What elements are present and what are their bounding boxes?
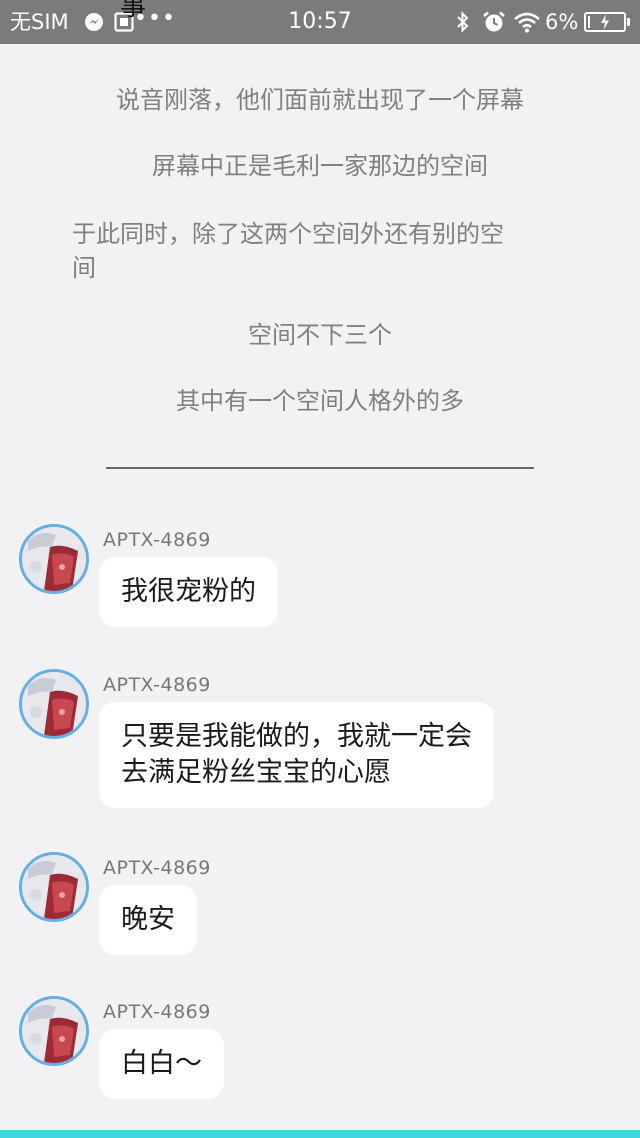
avatar-drink-image	[22, 527, 86, 591]
message-bubble[interactable]: 只要是我能做的，我就一定会 去满足粉丝宝宝的心愿	[99, 702, 494, 808]
avatar[interactable]	[19, 669, 89, 739]
sender-name: APTX-4869	[103, 529, 211, 551]
story-line: 屏幕中正是毛利一家那边的空间	[152, 152, 488, 180]
message-text: 晚安	[121, 904, 175, 935]
battery-percent: 6%	[545, 10, 579, 34]
wifi-icon	[513, 11, 541, 37]
story-line: 于此同时，除了这两个空间外还有别的空	[72, 220, 504, 248]
story-line: 间	[72, 254, 96, 282]
alarm-icon	[482, 10, 506, 38]
bottom-accent-bar	[0, 1130, 640, 1138]
message-text: 只要是我能做的，我就一定会	[121, 721, 472, 752]
battery-level-fill	[588, 16, 590, 28]
bluetooth-icon	[455, 11, 471, 37]
section-divider	[106, 467, 534, 469]
sender-name: APTX-4869	[103, 857, 211, 879]
avatar[interactable]	[19, 996, 89, 1066]
clock: 10:57	[288, 9, 352, 34]
avatar-drink-image	[22, 855, 86, 919]
avatar-drink-image	[22, 999, 86, 1063]
battery-charging-icon	[584, 12, 630, 35]
sender-name: APTX-4869	[103, 1001, 211, 1023]
sender-name: APTX-4869	[103, 674, 211, 696]
status-bar: 无SIM 事 ••• 10:57 6%	[0, 0, 640, 44]
message-bubble[interactable]: 我很宠粉的	[99, 557, 278, 627]
avatar[interactable]	[19, 852, 89, 922]
story-line: 说音刚落，他们面前就出现了一个屏幕	[116, 86, 524, 114]
charging-bolt-icon	[598, 13, 612, 35]
avatar-drink-image	[22, 672, 86, 736]
message-text: 白白～	[121, 1048, 202, 1079]
message-bubble[interactable]: 晚安	[99, 885, 197, 955]
story-line: 空间不下三个	[248, 321, 392, 349]
message-text: 去满足粉丝宝宝的心愿	[121, 757, 391, 788]
avatar[interactable]	[19, 524, 89, 594]
message-text: 我很宠粉的	[121, 576, 256, 607]
message-bubble[interactable]: 白白～	[99, 1029, 224, 1099]
story-line: 其中有一个空间人格外的多	[176, 387, 464, 415]
